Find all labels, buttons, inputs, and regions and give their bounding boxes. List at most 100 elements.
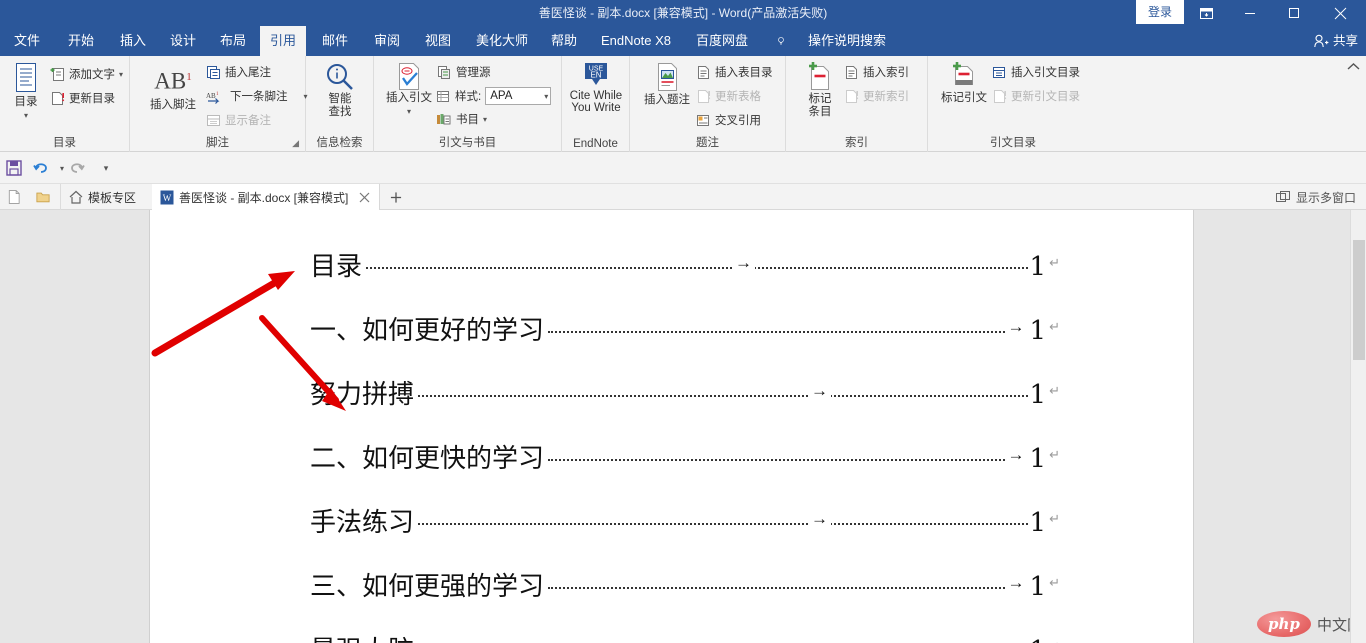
document-page[interactable]: 目录 → 1 ↵ 一、如何更好的学习 → 1 ↵ 努力拼搏 (150, 210, 1193, 643)
insert-footnote-button[interactable]: AB1 插入脚注 (142, 64, 204, 112)
save-icon[interactable] (4, 158, 24, 178)
share-person-icon (1314, 34, 1329, 48)
manage-sources-button[interactable]: 管理源 (436, 64, 491, 80)
insert-endnote-button[interactable]: 插入尾注 (206, 64, 271, 80)
ribbon-group-table-of-authorities-label: 引文目录 (928, 134, 1098, 150)
collapse-ribbon-icon[interactable] (1347, 62, 1360, 71)
toc-entry-1[interactable]: 一、如何更好的学习 → 1 ↵ (310, 310, 1060, 344)
toc-entry-0[interactable]: 目录 → 1 ↵ (310, 246, 1060, 280)
toc-entry-3[interactable]: 二、如何更快的学习 → 1 ↵ (310, 438, 1060, 472)
citation-style-label: 样式: (455, 88, 481, 104)
maximize-icon[interactable] (1272, 0, 1316, 26)
tell-me-lightbulb-icon[interactable] (768, 26, 794, 56)
show-multiwindow-button[interactable]: 显示多窗口 (1276, 184, 1356, 210)
footnotes-dialog-launcher[interactable]: ◢ (292, 138, 299, 149)
scrollbar-thumb[interactable] (1353, 240, 1365, 360)
share-button[interactable]: 共享 (1314, 26, 1358, 56)
ribbon-display-options-icon[interactable] (1184, 0, 1228, 26)
chevron-down-icon[interactable]: ▾ (407, 105, 411, 118)
update-toa-label: 更新引文目录 (1011, 88, 1080, 104)
toc-dot-leader: → (544, 569, 1028, 595)
open-folder-icon[interactable] (28, 184, 58, 210)
ribbon-group-index: 标记 条目 插入索引 更新索引 索引 (786, 56, 928, 152)
template-zone-button[interactable]: 模板专区 (60, 184, 152, 210)
new-document-icon[interactable] (0, 184, 28, 210)
insert-caption-label: 插入题注 (644, 94, 690, 107)
citation-style-select[interactable]: APA ▾ (485, 87, 551, 105)
tab-mailings[interactable]: 邮件 (312, 26, 358, 56)
toc-button[interactable]: 目录 ▾ (4, 62, 48, 122)
document-canvas[interactable]: 目录 → 1 ↵ 一、如何更好的学习 → 1 ↵ 努力拼搏 (0, 210, 1366, 643)
toc-dot-leader: → (362, 249, 1028, 275)
insert-caption-icon (652, 62, 682, 94)
chevron-down-icon[interactable]: ▾ (119, 70, 123, 79)
tab-insert[interactable]: 插入 (110, 26, 156, 56)
toc-dot-leader: → (414, 633, 1028, 643)
vertical-scrollbar[interactable] (1350, 210, 1366, 643)
tab-references[interactable]: 引用 (260, 26, 306, 56)
toc-entry-5[interactable]: 三、如何更强的学习 → 1 ↵ (310, 566, 1060, 600)
insert-table-of-figures-button[interactable]: 插入表目录 (696, 64, 773, 80)
bibliography-label: 书目 (456, 111, 479, 127)
add-text-button[interactable]: 添加文字 ▾ (50, 66, 123, 82)
paragraph-mark: ↵ (1046, 383, 1060, 399)
toc-entry-4[interactable]: 手法练习 → 1 ↵ (310, 502, 1060, 536)
toc-arrow-mark: → (1005, 445, 1028, 465)
tab-baidu-netdisk[interactable]: 百度网盘 (684, 26, 760, 56)
toc-entry-2[interactable]: 努力拼搏 → 1 ↵ (310, 374, 1060, 408)
ribbon: 目录 ▾ 添加文字 ▾ 更新目录 目录 AB1 插入脚注 (0, 56, 1366, 152)
tab-endnote-x8[interactable]: EndNote X8 (589, 26, 683, 56)
smart-lookup-icon (325, 62, 355, 92)
update-table-label: 更新表格 (715, 88, 761, 104)
ribbon-group-captions: 插入题注 插入表目录 更新表格 交叉引用 题注 (630, 56, 786, 152)
document-tab[interactable]: W 善医怪谈 - 副本.docx [兼容模式] (152, 184, 380, 210)
toc-entry-page: 1 (1028, 444, 1047, 474)
tab-tell-me[interactable]: 操作说明搜索 (792, 26, 902, 56)
tab-file[interactable]: 文件 (4, 26, 50, 56)
toc-entry-page: 1 (1028, 508, 1047, 538)
chevron-down-icon[interactable]: ▾ (24, 109, 28, 122)
update-table-of-authorities-button: 更新引文目录 (992, 88, 1080, 104)
close-tab-icon[interactable] (359, 192, 370, 203)
tab-review[interactable]: 审阅 (364, 26, 410, 56)
tab-home[interactable]: 开始 (58, 26, 104, 56)
minimize-icon[interactable] (1228, 0, 1272, 26)
insert-index-button[interactable]: 插入索引 (844, 64, 909, 80)
tab-layout[interactable]: 布局 (210, 26, 256, 56)
update-toc-label: 更新目录 (69, 90, 115, 106)
redo-icon[interactable] (66, 158, 86, 178)
toc-entry-6[interactable]: 最强大脑 → 1 ↵ (310, 630, 1060, 643)
tab-view[interactable]: 视图 (415, 26, 461, 56)
undo-icon[interactable] (32, 158, 52, 178)
update-toc-button[interactable]: 更新目录 (50, 90, 115, 106)
tab-help[interactable]: 帮助 (541, 26, 587, 56)
next-footnote-label: 下一条脚注 (230, 88, 288, 104)
customize-qat-icon[interactable]: ▾ (96, 158, 116, 178)
chevron-down-icon[interactable]: ▾ (544, 92, 548, 101)
insert-table-of-authorities-button[interactable]: 插入引文目录 (992, 64, 1080, 80)
insert-citation-button[interactable]: 插入引文 ▾ (380, 62, 438, 118)
bibliography-button[interactable]: 书目 ▾ (436, 111, 487, 127)
toc-entry-page: 1 (1028, 572, 1047, 602)
cite-while-you-write-button[interactable]: USEEN Cite While You Write (564, 61, 628, 114)
smart-lookup-button[interactable]: 智能 查找 (314, 62, 366, 119)
next-footnote-button[interactable]: AB1 下一条脚注 ▾ (206, 88, 308, 104)
show-multiwindow-label: 显示多窗口 (1296, 189, 1356, 206)
multi-window-icon (1276, 191, 1291, 204)
cross-reference-button[interactable]: 交叉引用 (696, 112, 761, 128)
new-tab-icon[interactable] (382, 184, 410, 210)
update-toc-icon (50, 91, 65, 106)
tab-design[interactable]: 设计 (160, 26, 206, 56)
close-icon[interactable] (1318, 0, 1362, 26)
tab-beautify[interactable]: 美化大师 (464, 26, 540, 56)
toc-entry-title: 二、如何更快的学习 (310, 438, 544, 475)
cross-reference-icon (696, 113, 711, 128)
citation-style-row[interactable]: 样式: APA ▾ (436, 87, 551, 105)
insert-footnote-icon: AB1 (154, 64, 191, 95)
mark-citation-button[interactable]: 标记引文 (936, 62, 992, 105)
mark-entry-button[interactable]: 标记 条目 (796, 62, 844, 119)
chevron-down-icon[interactable]: ▾ (483, 115, 487, 124)
ribbon-group-footnotes-label: 脚注 (130, 134, 305, 150)
sign-in-button[interactable]: 登录 (1136, 0, 1184, 24)
insert-caption-button[interactable]: 插入题注 (638, 62, 696, 107)
